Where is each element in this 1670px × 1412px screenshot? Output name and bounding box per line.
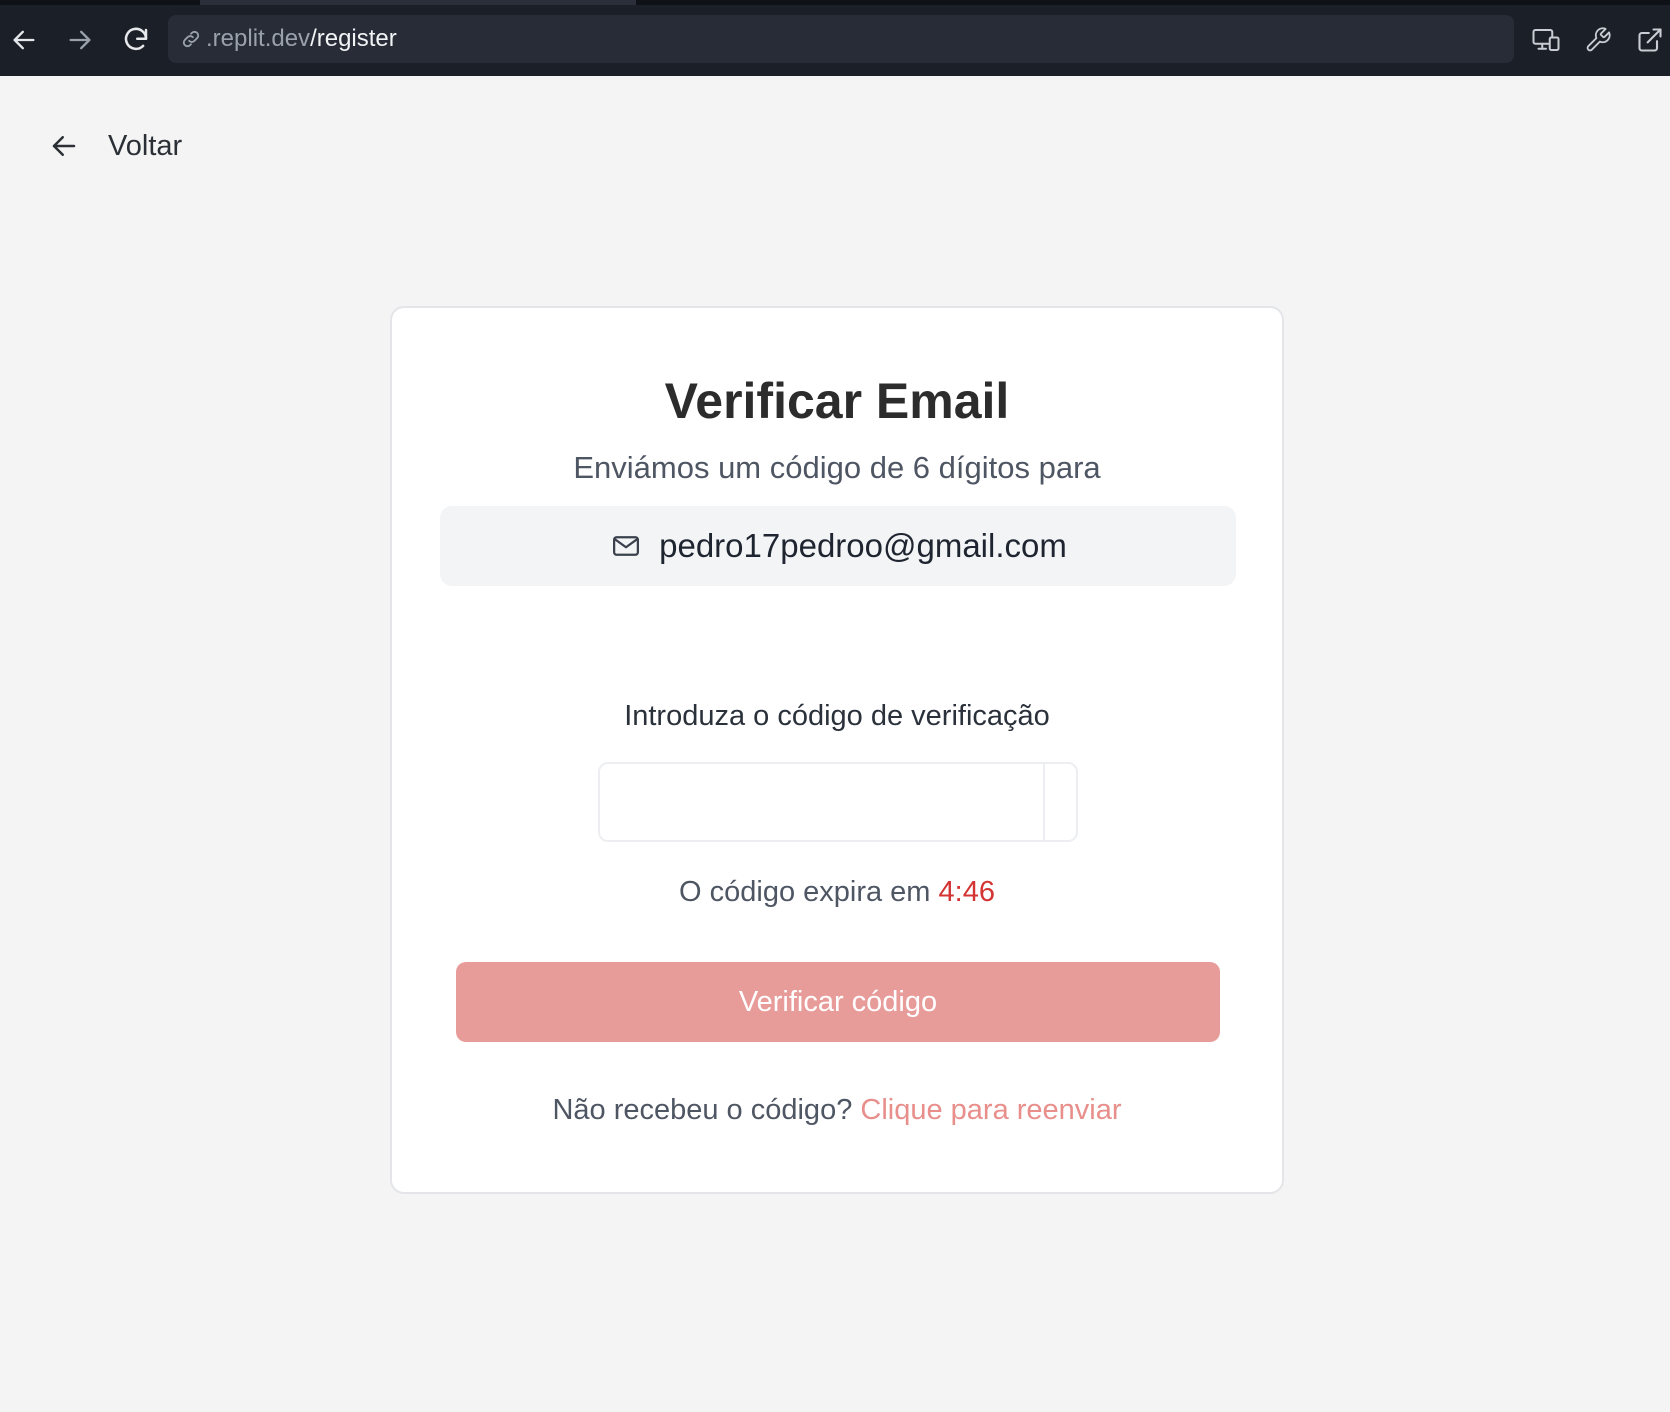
tab-strip <box>0 0 1670 5</box>
code-digit-2[interactable] <box>1045 764 1076 840</box>
verification-code-input <box>598 762 1078 842</box>
arrow-right-icon <box>69 30 91 50</box>
code-label: Introduza o código de verificação <box>624 700 1050 732</box>
url-text: .replit.dev/register <box>206 25 397 53</box>
email-display: pedro17pedroo@gmail.com <box>440 506 1236 586</box>
devices-icon <box>1532 29 1560 51</box>
code-digit-1[interactable] <box>600 764 1045 840</box>
arrow-left-icon <box>44 126 84 166</box>
mail-icon <box>609 529 643 563</box>
back-label: Voltar <box>108 129 183 162</box>
browser-reload-button[interactable] <box>116 20 156 60</box>
active-tab[interactable] <box>200 0 636 5</box>
reload-icon <box>124 27 148 51</box>
address-bar[interactable]: .replit.dev/register <box>168 15 1514 63</box>
url-path: /register <box>310 25 397 52</box>
resend-text: Não recebeu o código? Clique para reenvi… <box>392 1094 1282 1127</box>
back-link[interactable]: Voltar <box>44 124 182 168</box>
url-host: .replit.dev <box>206 25 311 52</box>
subtitle: Enviámos um código de 6 dígitos para <box>573 450 1101 485</box>
verify-code-button[interactable]: Verificar código <box>456 962 1220 1042</box>
arrow-left-icon <box>13 30 35 50</box>
browser-back-button[interactable] <box>4 20 44 60</box>
expiry-timer: 4:46 <box>938 876 995 908</box>
external-link-icon <box>1638 28 1662 52</box>
devices-button[interactable] <box>1526 20 1566 60</box>
wrench-icon <box>1586 27 1611 52</box>
expiry-prefix: O código expira em <box>679 876 931 908</box>
page-title: Verificar Email <box>664 373 1010 429</box>
resend-prompt: Não recebeu o código? <box>552 1094 853 1126</box>
browser-forward-button[interactable] <box>60 20 100 60</box>
verify-email-card: Verificar Email Enviámos um código de 6 … <box>390 306 1284 1194</box>
open-in-new-tab-button[interactable] <box>1630 20 1670 60</box>
resend-link[interactable]: Clique para reenviar <box>860 1094 1121 1126</box>
link-icon <box>178 26 204 52</box>
browser-toolbar: .replit.dev/register <box>0 0 1670 76</box>
email-address: pedro17pedroo@gmail.com <box>659 527 1067 564</box>
expiry-text: O código expira em 4:46 <box>392 876 1282 909</box>
devtools-button[interactable] <box>1578 20 1618 60</box>
